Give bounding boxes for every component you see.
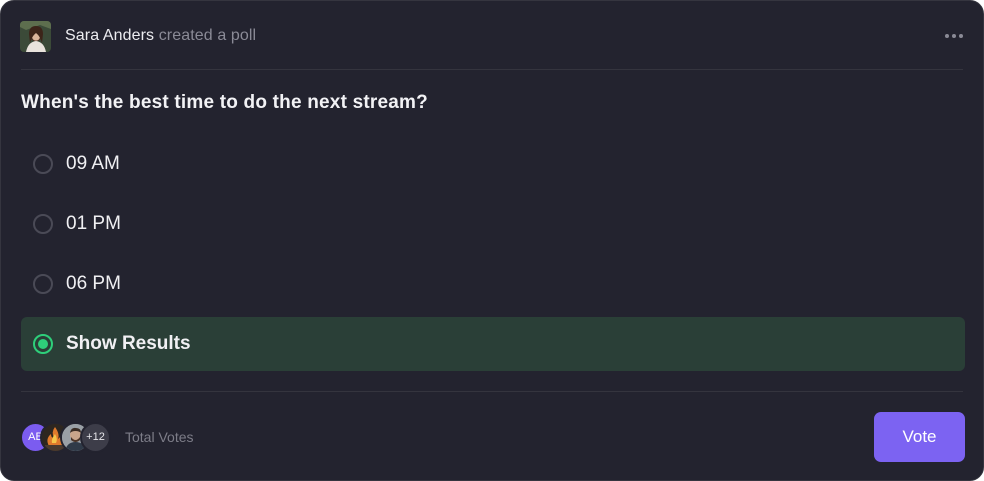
option-label: 01 PM [66, 213, 121, 234]
option-label: 09 AM [66, 153, 120, 174]
radio-button[interactable] [33, 214, 53, 234]
radio-button-selected[interactable] [33, 334, 53, 354]
total-votes-label: Total Votes [125, 429, 194, 445]
post-action-text: created a poll [158, 27, 257, 44]
option-label: Show Results [66, 333, 191, 354]
radio-button[interactable] [33, 154, 53, 174]
radio-selected-dot [38, 339, 48, 349]
voters-group[interactable]: AB +12 Total Votes [20, 421, 194, 453]
poll-option-06pm[interactable]: 06 PM [21, 257, 965, 311]
header-divider [21, 69, 963, 70]
post-header-text: Sara Anders created a poll [65, 27, 256, 45]
poll-option-show-results[interactable]: Show Results [21, 317, 965, 371]
option-label: 06 PM [66, 273, 121, 294]
poll-question: When's the best time to do the next stre… [21, 92, 428, 113]
poll-option-01pm[interactable]: 01 PM [21, 197, 965, 251]
more-voters-badge: +12 [80, 421, 111, 453]
author-avatar[interactable] [20, 20, 51, 52]
vote-button[interactable]: Vote [874, 412, 965, 462]
poll-card: Sara Anders created a poll When's the be… [0, 0, 984, 481]
author-name[interactable]: Sara Anders [65, 27, 154, 44]
poll-option-09am[interactable]: 09 AM [21, 137, 965, 191]
post-header: Sara Anders created a poll [20, 20, 964, 52]
more-horizontal-icon [945, 34, 949, 38]
more-options-button[interactable] [944, 26, 964, 46]
footer-divider [21, 391, 963, 392]
radio-button[interactable] [33, 274, 53, 294]
